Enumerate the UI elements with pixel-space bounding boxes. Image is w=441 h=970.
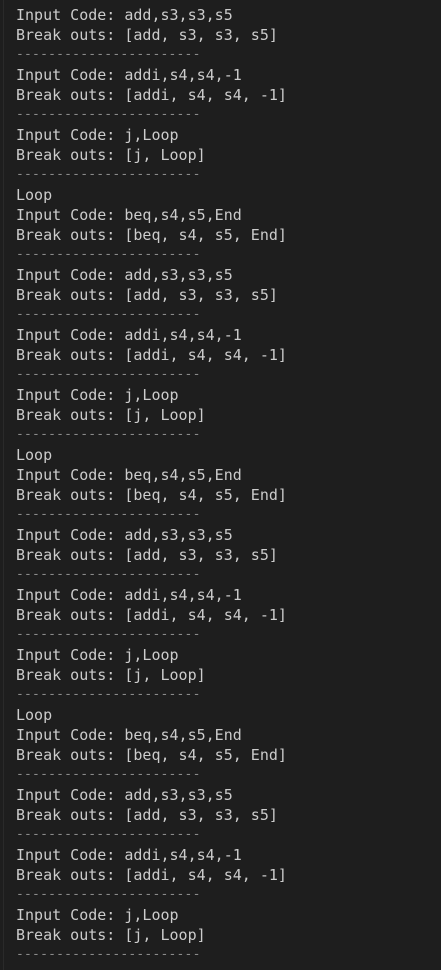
separator-line: ----------------------- xyxy=(16,47,201,62)
separator-line: ----------------------- xyxy=(16,767,201,782)
output-line: Input Code: addi,s4,s4,-1 xyxy=(16,66,242,84)
separator-line: ----------------------- xyxy=(16,107,201,122)
separator-line: ----------------------- xyxy=(16,507,201,522)
separator-line: ----------------------- xyxy=(16,167,201,182)
output-line: Break outs: [add, s3, s3, s5] xyxy=(16,806,278,824)
output-line: Loop xyxy=(16,446,53,464)
output-line: Input Code: j,Loop xyxy=(16,386,179,404)
separator-line: ----------------------- xyxy=(16,687,201,702)
output-line: Break outs: [beq, s4, s5, End] xyxy=(16,486,287,504)
separator-line: ----------------------- xyxy=(16,367,201,382)
output-line: Break outs: [beq, s4, s5, End] xyxy=(16,226,287,244)
output-line: Input Code: j,Loop xyxy=(16,126,179,144)
output-line: Break outs: [j, Loop] xyxy=(16,926,206,944)
output-line: Break outs: [addi, s4, s4, -1] xyxy=(16,866,287,884)
terminal-output-panel[interactable]: Input Code: add,s3,s3,s5 Break outs: [add… xyxy=(0,0,441,970)
output-line: Break outs: [j, Loop] xyxy=(16,146,206,164)
output-line: Input Code: j,Loop xyxy=(16,906,179,924)
gutter-divider xyxy=(3,0,4,970)
output-line: Break outs: [add, s3, s3, s5] xyxy=(16,546,278,564)
output-line: Break outs: [addi, s4, s4, -1] xyxy=(16,606,287,624)
output-line: Break outs: [add, s3, s3, s5] xyxy=(16,286,278,304)
output-line: Input Code: beq,s4,s5,End xyxy=(16,466,242,484)
separator-line: ----------------------- xyxy=(16,627,201,642)
output-line: Break outs: [beq, s4, s5, End] xyxy=(16,746,287,764)
output-line: Input Code: addi,s4,s4,-1 xyxy=(16,586,242,604)
output-line: Input Code: j,Loop xyxy=(16,646,179,664)
output-line: Break outs: [j, Loop] xyxy=(16,666,206,684)
separator-line: ----------------------- xyxy=(16,887,201,902)
separator-line: ----------------------- xyxy=(16,567,201,582)
separator-line: ----------------------- xyxy=(16,827,201,842)
output-line: Break outs: [j, Loop] xyxy=(16,406,206,424)
output-line: Break outs: [add, s3, s3, s5] xyxy=(16,26,278,44)
separator-line: ----------------------- xyxy=(16,947,201,962)
separator-line: ----------------------- xyxy=(16,307,201,322)
terminal-output-lines: Input Code: add,s3,s3,s5 Break outs: [add… xyxy=(16,5,287,965)
output-line: Input Code: addi,s4,s4,-1 xyxy=(16,326,242,344)
output-line: Input Code: beq,s4,s5,End xyxy=(16,206,242,224)
output-line: Input Code: add,s3,s3,s5 xyxy=(16,6,233,24)
output-line: Break outs: [addi, s4, s4, -1] xyxy=(16,346,287,364)
output-line: Input Code: add,s3,s3,s5 xyxy=(16,786,233,804)
output-line: Input Code: addi,s4,s4,-1 xyxy=(16,846,242,864)
output-line: Loop xyxy=(16,186,53,204)
output-line: Input Code: add,s3,s3,s5 xyxy=(16,526,233,544)
output-line: Input Code: add,s3,s3,s5 xyxy=(16,266,233,284)
separator-line: ----------------------- xyxy=(16,247,201,262)
output-line: Input Code: beq,s4,s5,End xyxy=(16,726,242,744)
separator-line: ----------------------- xyxy=(16,427,201,442)
output-line: Break outs: [addi, s4, s4, -1] xyxy=(16,86,287,104)
output-line: Loop xyxy=(16,706,53,724)
